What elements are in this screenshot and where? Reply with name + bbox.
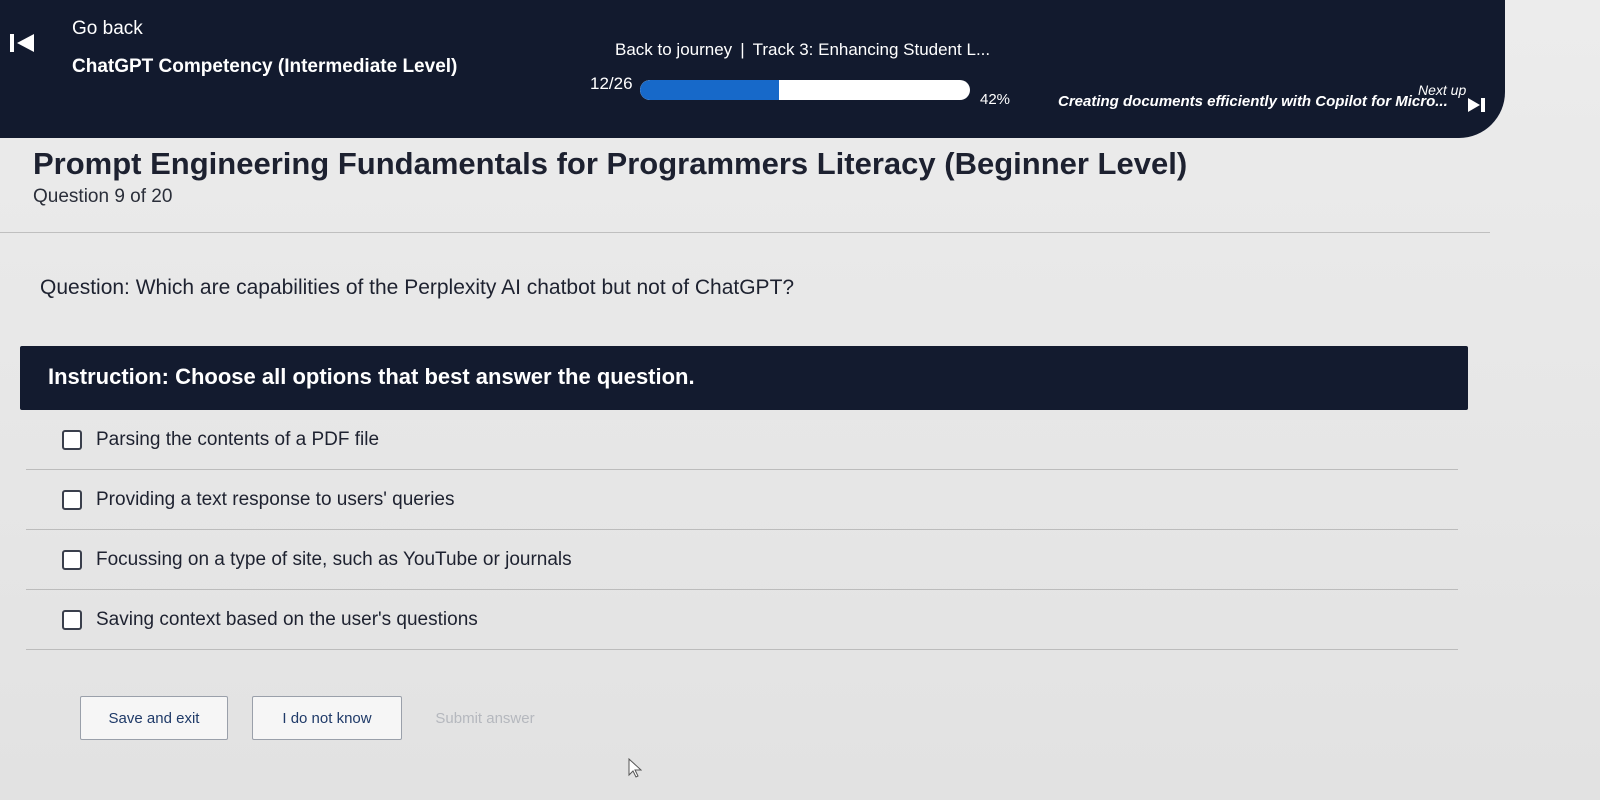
question-text: Question: Which are capabilities of the …: [40, 276, 795, 299]
progress-percent: 42%: [980, 91, 1011, 108]
checkbox-icon[interactable]: [62, 549, 82, 570]
breadcrumb: Back to journey | Track 3: Enhancing Stude…: [615, 40, 990, 60]
answer-option[interactable]: Parsing the contents of a PDF file: [26, 410, 1458, 470]
submit-answer-button[interactable]: Submit answer: [410, 696, 560, 740]
skip-previous-icon[interactable]: [4, 26, 42, 60]
progress-bar-fill: [640, 80, 779, 100]
answer-option[interactable]: Saving context based on the user's quest…: [26, 590, 1458, 650]
option-label: Saving context based on the user's quest…: [96, 608, 478, 630]
next-lesson-title[interactable]: Creating documents efficiently with Copi…: [1058, 93, 1448, 110]
answer-option[interactable]: Providing a text response to users' quer…: [26, 470, 1458, 530]
breadcrumb-separator: |: [740, 40, 745, 59]
app-page: Go back ChatGPT Competency (Intermediate…: [0, 0, 1600, 800]
option-label: Focussing on a type of site, such as You…: [96, 548, 572, 570]
question-count: Question 9 of 20: [33, 186, 173, 207]
answer-option[interactable]: Focussing on a type of site, such as You…: [26, 530, 1458, 590]
progress-count: 12/26: [590, 74, 633, 93]
action-buttons: Save and exit I do not know Submit answe…: [80, 696, 560, 740]
top-navigation-bar: Go back ChatGPT Competency (Intermediate…: [0, 0, 1505, 138]
save-and-exit-button[interactable]: Save and exit: [80, 696, 228, 740]
course-title: ChatGPT Competency (Intermediate Level): [72, 56, 458, 77]
checkbox-icon[interactable]: [62, 489, 82, 510]
mouse-pointer-icon: [628, 757, 643, 778]
divider: [0, 232, 1490, 233]
back-to-journey-link[interactable]: Back to journey: [615, 40, 732, 59]
skip-next-icon[interactable]: [1466, 96, 1488, 114]
page-title: Prompt Engineering Fundamentals for Prog…: [33, 146, 1188, 181]
instruction-banner: Instruction: Choose all options that bes…: [20, 346, 1468, 410]
track-label: Track 3: Enhancing Student L...: [752, 40, 991, 59]
checkbox-icon[interactable]: [62, 429, 82, 450]
option-label: Providing a text response to users' quer…: [96, 488, 455, 510]
progress-bar: [640, 80, 970, 100]
question-panel: Prompt Engineering Fundamentals for Prog…: [0, 138, 1500, 788]
i-do-not-know-button[interactable]: I do not know: [252, 696, 402, 740]
checkbox-icon[interactable]: [62, 609, 82, 630]
answer-options: Parsing the contents of a PDF file Provi…: [26, 410, 1458, 650]
go-back-link[interactable]: Go back: [72, 18, 143, 40]
option-label: Parsing the contents of a PDF file: [96, 428, 380, 450]
